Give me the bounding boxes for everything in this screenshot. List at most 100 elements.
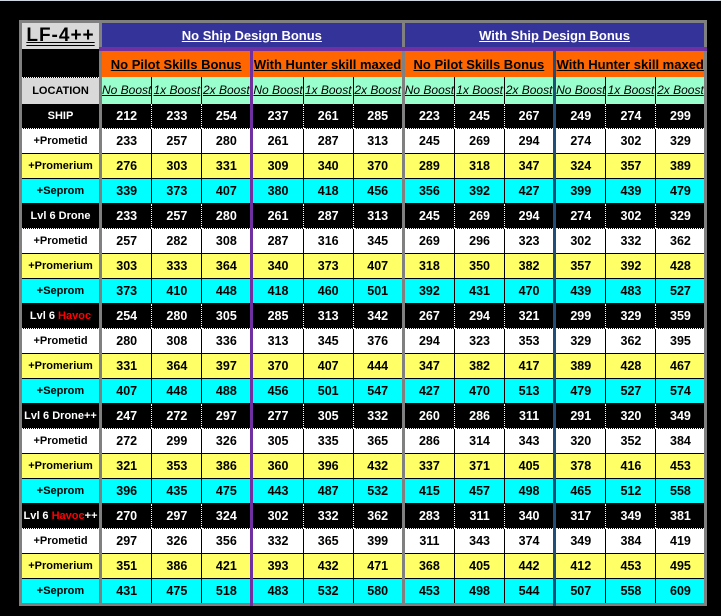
value-cell: 399 xyxy=(553,178,606,204)
table-row: SHIP 212 233 254 237 261 285 223 245 267 249 274 299 xyxy=(20,103,706,129)
row-label-suffix: ++ xyxy=(84,509,98,522)
value-cell: 299 xyxy=(151,428,202,454)
value-cell: 233 xyxy=(151,103,202,129)
value-cell: 487 xyxy=(302,478,354,504)
table-row: +Prometid 297 326 356 332 365 399 311 343 374 349 3… xyxy=(20,528,706,554)
value-cell: 302 xyxy=(605,203,656,229)
row-label: +Prometid xyxy=(20,228,102,254)
value-cell: 245 xyxy=(401,203,455,229)
value-cell: 308 xyxy=(151,328,202,354)
value-cell: 392 xyxy=(454,178,505,204)
value-cell: 475 xyxy=(201,478,252,504)
table-row: +Promerium 321 353 386 360 396 432 337 371 405 378… xyxy=(20,453,706,479)
value-cell: 269 xyxy=(401,228,455,254)
value-cell: 364 xyxy=(151,353,202,379)
value-cell: 329 xyxy=(655,128,706,154)
table-row: +Promerium 276 303 331 309 340 370 289 318 347 324… xyxy=(20,153,706,179)
value-cell: 291 xyxy=(553,403,606,429)
value-cell: 294 xyxy=(401,328,455,354)
row-label-text: +Prometid xyxy=(33,234,88,247)
value-cell: 313 xyxy=(302,303,354,329)
value-cell: 313 xyxy=(352,203,404,229)
header-no-ship-design-bonus: No Ship Design Bonus xyxy=(100,21,405,51)
value-cell: 373 xyxy=(151,178,202,204)
boost-header: No Boost xyxy=(250,77,304,104)
value-cell: 329 xyxy=(655,203,706,229)
value-cell: 357 xyxy=(605,153,656,179)
value-cell: 432 xyxy=(302,553,354,579)
row-label: +Promerium xyxy=(20,453,102,479)
value-cell: 396 xyxy=(99,478,152,504)
value-cell: 302 xyxy=(553,228,606,254)
row-label-text: +Promerium xyxy=(28,159,93,172)
row-label: +Prometid xyxy=(20,428,102,454)
row-label-text: +Seprom xyxy=(36,184,85,197)
boost-header: 2x Boost xyxy=(352,77,404,104)
value-cell: 289 xyxy=(401,153,455,179)
value-cell: 389 xyxy=(655,153,706,179)
row-label: +Promerium xyxy=(20,153,102,179)
value-cell: 305 xyxy=(250,428,304,454)
value-cell: 285 xyxy=(250,303,304,329)
value-cell: 320 xyxy=(605,403,656,429)
value-cell: 272 xyxy=(99,428,152,454)
boost-header: No Boost xyxy=(99,77,152,104)
value-cell: 311 xyxy=(401,528,455,554)
value-cell: 340 xyxy=(302,153,354,179)
row-label-text: +Prometid xyxy=(33,334,88,347)
blank-cell xyxy=(20,49,102,78)
value-cell: 439 xyxy=(553,278,606,304)
value-cell: 382 xyxy=(504,253,555,279)
value-cell: 297 xyxy=(151,503,202,529)
row-label: SHIP xyxy=(20,103,102,129)
table-row: Lvl 6 Drone 233 257 280 261 287 313 245 269 294 27… xyxy=(20,203,706,229)
value-cell: 347 xyxy=(401,353,455,379)
value-cell: 396 xyxy=(302,453,354,479)
value-cell: 245 xyxy=(454,103,505,129)
value-cell: 254 xyxy=(201,103,252,129)
value-cell: 345 xyxy=(352,228,404,254)
value-cell: 283 xyxy=(401,503,455,529)
value-cell: 329 xyxy=(605,303,656,329)
value-cell: 280 xyxy=(99,328,152,354)
value-cell: 467 xyxy=(655,353,706,379)
value-cell: 373 xyxy=(302,253,354,279)
value-cell: 439 xyxy=(605,178,656,204)
value-cell: 323 xyxy=(454,328,505,354)
value-cell: 326 xyxy=(151,528,202,554)
value-cell: 397 xyxy=(201,353,252,379)
value-cell: 384 xyxy=(655,428,706,454)
value-cell: 374 xyxy=(504,528,555,554)
row-label: +Seprom xyxy=(20,178,102,204)
value-cell: 303 xyxy=(99,253,152,279)
value-cell: 368 xyxy=(401,553,455,579)
value-cell: 336 xyxy=(201,328,252,354)
value-cell: 308 xyxy=(201,228,252,254)
pilot-skills-header-row: No Pilot Skills Bonus With Hunter skill … xyxy=(20,49,706,78)
boost-header: 1x Boost xyxy=(605,77,656,104)
value-cell: 280 xyxy=(151,303,202,329)
row-label: +Prometid xyxy=(20,528,102,554)
value-cell: 347 xyxy=(504,153,555,179)
value-cell: 418 xyxy=(250,278,304,304)
value-cell: 305 xyxy=(302,403,354,429)
value-cell: 316 xyxy=(302,228,354,254)
row-label: +Seprom xyxy=(20,378,102,404)
value-cell: 261 xyxy=(302,103,354,129)
value-cell: 427 xyxy=(401,378,455,404)
value-cell: 294 xyxy=(504,203,555,229)
value-cell: 270 xyxy=(99,503,152,529)
value-cell: 378 xyxy=(553,453,606,479)
row-label-text: +Seprom xyxy=(36,384,85,397)
row-label: +Promerium xyxy=(20,253,102,279)
value-cell: 332 xyxy=(352,403,404,429)
value-cell: 399 xyxy=(352,528,404,554)
value-cell: 276 xyxy=(99,153,152,179)
row-label-text: Lvl 6 Drone++ xyxy=(24,409,97,422)
value-cell: 453 xyxy=(655,453,706,479)
table-row: +Prometid 272 299 326 305 335 365 286 314 343 320 3… xyxy=(20,428,706,454)
value-cell: 331 xyxy=(99,353,152,379)
value-cell: 342 xyxy=(352,303,404,329)
value-cell: 475 xyxy=(151,578,202,605)
table-row: +Seprom 339 373 407 380 418 456 356 392 427 399 439… xyxy=(20,178,706,204)
